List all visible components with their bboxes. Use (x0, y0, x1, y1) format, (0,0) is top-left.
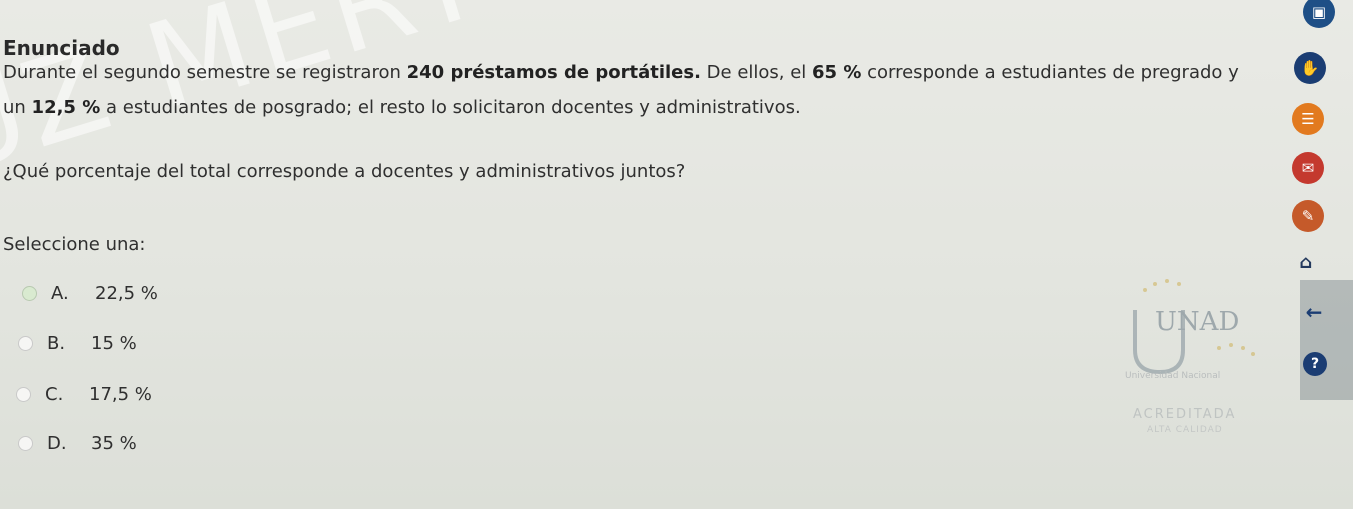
option-letter: D. (47, 433, 67, 454)
option-text: 15 % (91, 333, 137, 354)
select-one-label: Seleccione una: (3, 234, 146, 255)
statement-line-2: un 12,5 % a estudiantes de posgrado; el … (3, 97, 801, 118)
option-a[interactable]: A. 22,5 % (22, 283, 158, 304)
option-letter: C. (45, 384, 64, 405)
help-icon[interactable]: ? (1303, 352, 1327, 376)
hand-icon[interactable]: ✋ (1294, 52, 1326, 84)
statement-text: De ellos, el (700, 62, 813, 83)
mail-icon[interactable]: ✉ (1292, 152, 1324, 184)
logo-quality: ALTA CALIDAD (1147, 425, 1223, 435)
document-icon[interactable]: ☰ (1292, 103, 1324, 135)
option-b[interactable]: B. 15 % (18, 333, 137, 354)
statement-text: corresponde a estudiantes de pregrado y (861, 62, 1239, 83)
statement-text: un (3, 97, 32, 118)
statement-text: Durante el segundo semestre se registrar… (3, 62, 407, 83)
question-prompt: ¿Qué porcentaje del total corresponde a … (3, 161, 686, 182)
option-text: 35 % (91, 433, 137, 454)
statement-text: a estudiantes de posgrado; el resto lo s… (100, 97, 801, 118)
image-icon[interactable]: ▣ (1303, 0, 1335, 28)
radio-button[interactable] (22, 286, 37, 301)
radio-button[interactable] (16, 387, 31, 402)
statement-bold: 12,5 % (31, 97, 101, 118)
statement-bold: 65 % (812, 62, 862, 83)
option-letter: B. (47, 333, 66, 354)
statement-bold: 240 préstamos de portátiles. (406, 62, 701, 83)
logo-letters: UNAD (1155, 307, 1239, 337)
edit-icon[interactable]: ✎ (1292, 200, 1324, 232)
option-c[interactable]: C. 17,5 % (16, 384, 152, 405)
statement-line-1: Durante el segundo semestre se registrar… (3, 62, 1239, 83)
logo-accredited: ACREDITADA (1133, 407, 1236, 422)
radio-button[interactable] (18, 336, 33, 351)
home-icon[interactable]: ⌂ (1290, 246, 1322, 278)
logo-caption: Universidad Nacional (1125, 371, 1220, 381)
radio-button[interactable] (18, 436, 33, 451)
right-sidebar: ▣ ✋ ☰ ✉ ✎ ⌂ ← ? (1278, 0, 1353, 509)
unad-logo: UNAD Universidad Nacional ACREDITADA ALT… (1125, 279, 1255, 435)
option-letter: A. (51, 283, 69, 304)
option-d[interactable]: D. 35 % (18, 433, 137, 454)
back-arrow-icon[interactable]: ← (1298, 296, 1330, 328)
question-heading: Enunciado (3, 36, 120, 60)
option-text: 17,5 % (89, 384, 152, 405)
option-text: 22,5 % (95, 283, 158, 304)
quiz-page: LUZ MERY CHAMORRO GOMEZ Enunciado Durant… (0, 0, 1353, 509)
